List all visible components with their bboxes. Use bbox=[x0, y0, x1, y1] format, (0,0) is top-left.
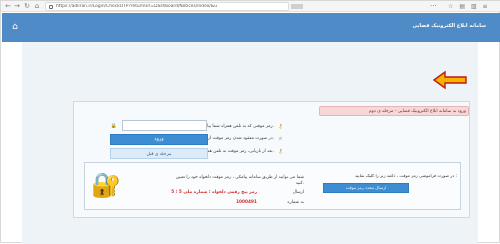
search-icon: ⌕ bbox=[278, 135, 283, 142]
highlight-arrow-icon bbox=[433, 70, 467, 90]
temporary-password-info-panel: 🔐 در صورت فراموشی رمز موقت ، دکمه زیر را… bbox=[84, 162, 461, 210]
info-line-1: شما می توانید از طریق سامانه پیامکی ، رم… bbox=[175, 175, 304, 180]
back-icon[interactable]: ← bbox=[4, 2, 12, 11]
bookmark-icon[interactable]: ▤ bbox=[459, 3, 465, 10]
stage-badge: ورود به سامانه ابلاغ الکترونیک قضایی - م… bbox=[319, 106, 469, 116]
menu-icon[interactable]: ≡ bbox=[483, 3, 488, 10]
main-content: ورود به سامانه ابلاغ الکترونیک قضایی - م… bbox=[22, 42, 478, 244]
home-icon[interactable]: ⌂ bbox=[9, 21, 21, 33]
lock-icon bbox=[49, 5, 53, 9]
lock-shield-icon: 🔐 bbox=[91, 171, 121, 199]
login-card: ورود به سامانه ابلاغ الکترونیک قضایی - م… bbox=[73, 101, 470, 218]
to-number-label: به شماره bbox=[287, 200, 304, 205]
url-text: https://adliran.ir/Login/CheckOTP?return… bbox=[56, 4, 217, 9]
forward-icon[interactable]: → bbox=[13, 2, 21, 11]
stage-text: ورود به سامانه ابلاغ الکترونیک قضایی - م… bbox=[369, 109, 466, 114]
send-label: ارسال bbox=[292, 190, 304, 195]
enter-button[interactable]: ورود bbox=[110, 134, 208, 145]
browser-home-icon[interactable]: ⌂ bbox=[33, 2, 41, 11]
sms-number: 1000491 bbox=[236, 200, 257, 205]
library-icon[interactable]: ▥ bbox=[471, 3, 477, 10]
browser-toolbar: ← → ↻ ⌂ https://adliran.ir/Login/CheckOT… bbox=[1, 1, 500, 12]
resend-temporary-password-button[interactable]: ارسال مجدد رمز موقت bbox=[323, 183, 409, 193]
key-icon: ⚷ bbox=[278, 148, 283, 155]
lock-icon: 🔒 bbox=[110, 123, 118, 129]
site-header: سامانه ابلاغ الکترونیک قضایی ⌂ bbox=[2, 13, 500, 42]
address-scrollbar[interactable] bbox=[291, 4, 303, 9]
refresh-icon[interactable]: ↻ bbox=[23, 2, 31, 11]
address-bar[interactable]: https://adliran.ir/Login/CheckOTP?return… bbox=[45, 2, 289, 11]
screenshot-frame: ← → ↻ ⌂ https://adliran.ir/Login/CheckOT… bbox=[0, 0, 500, 244]
sms-format-text: رمز پنج رقمی دلخواه ؛ شماره ملی 5 ؛ 5 bbox=[171, 190, 257, 195]
info-line-2: کنید. bbox=[295, 181, 304, 186]
forgot-note: در صورت فراموشی رمز موقت ، دکمه زیر را ک… bbox=[354, 173, 457, 178]
key-icon: ⚷ bbox=[278, 123, 283, 130]
site-title: سامانه ابلاغ الکترونیک قضایی bbox=[412, 23, 486, 29]
star-icon[interactable]: ☆ bbox=[448, 3, 453, 10]
page-actions-icon[interactable]: ··· bbox=[430, 2, 438, 11]
browser-toolbar-icons: ☆ ▤ ▥ ≡ bbox=[448, 2, 498, 11]
temporary-password-input[interactable] bbox=[122, 120, 207, 131]
previous-step-button[interactable]: مرحله ی قبل bbox=[110, 148, 208, 159]
